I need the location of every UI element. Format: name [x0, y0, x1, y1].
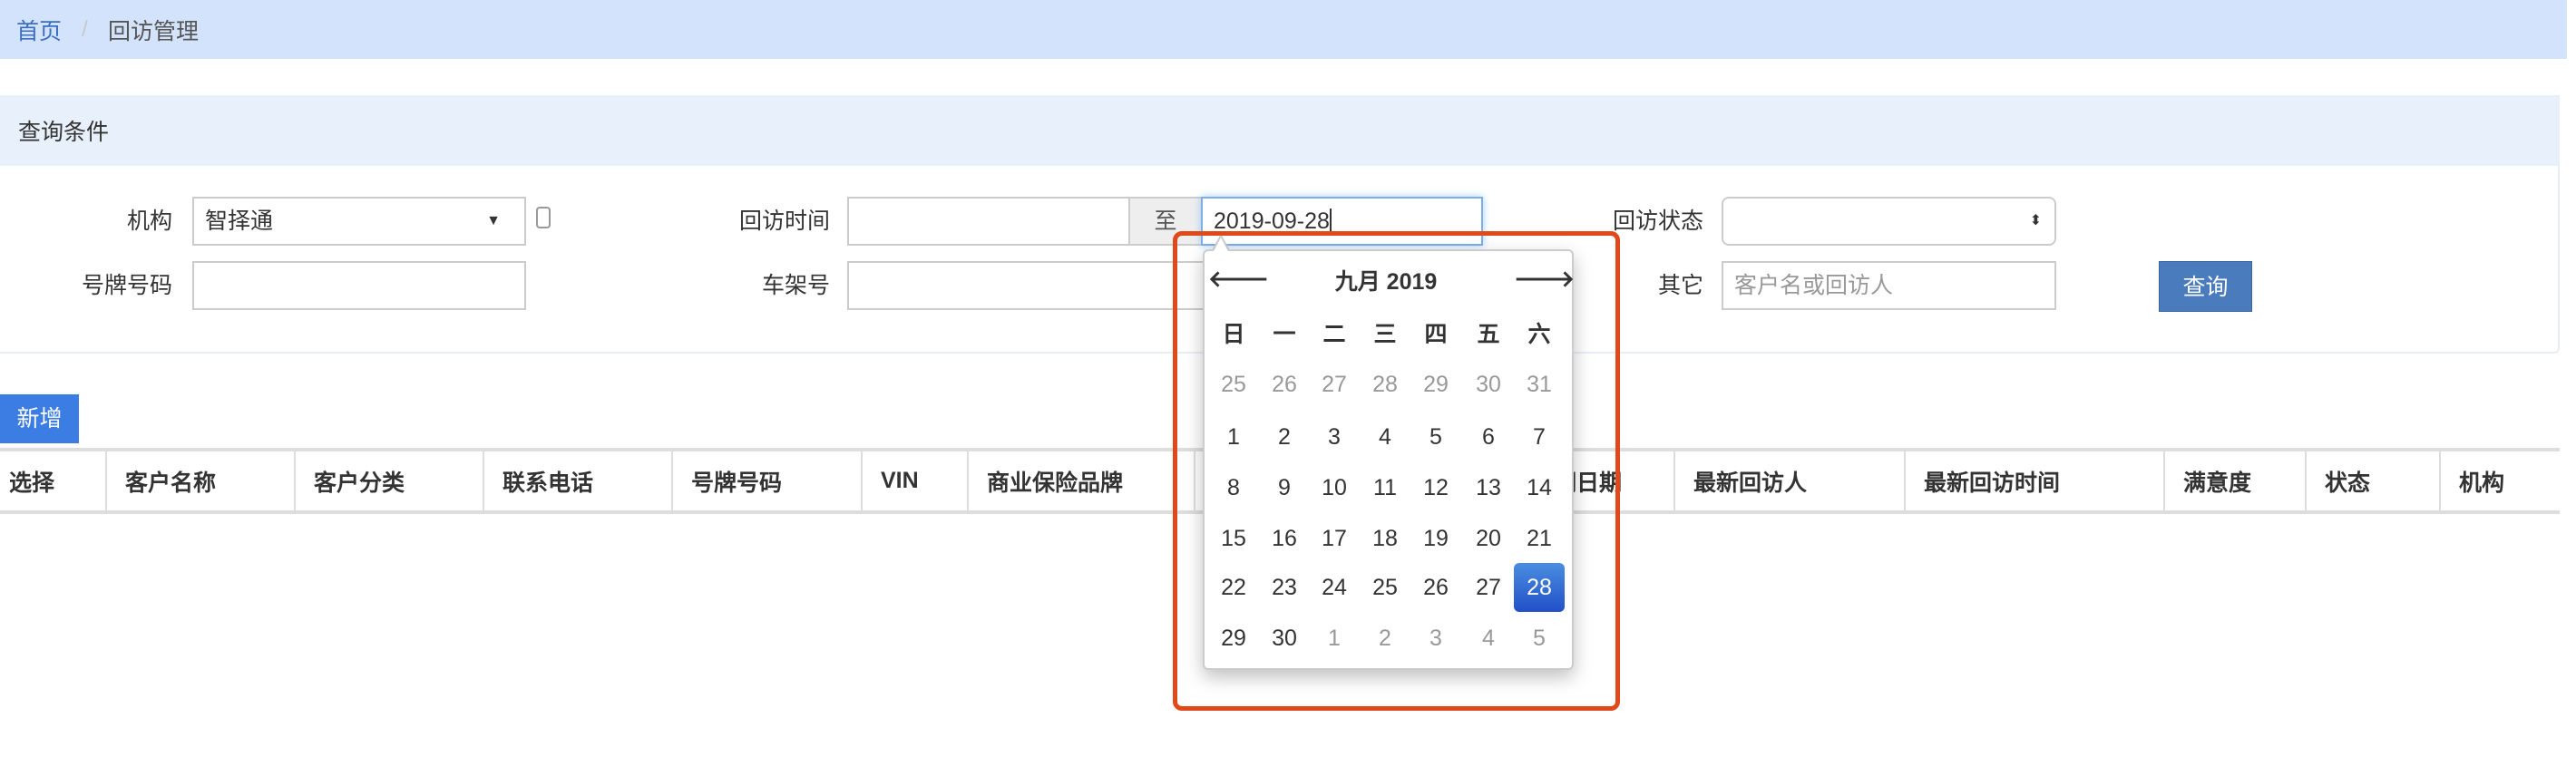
visit-time-to-value: 2019-09-28 [1214, 209, 1330, 234]
visit-time-label: 回访时间 [738, 209, 830, 234]
breadcrumb-separator: / [82, 16, 88, 42]
breadcrumb-current: 回访管理 [107, 18, 199, 44]
plate-input[interactable] [192, 261, 526, 310]
col-status: 状态 [2307, 451, 2441, 510]
col-plate: 号牌号码 [673, 451, 863, 510]
org-select[interactable]: 智择通 ▼ [192, 197, 526, 246]
col-select: 选择 [0, 451, 107, 510]
col-insurance-brand: 商业保险品牌 [969, 451, 1195, 510]
breadcrumb-home-link[interactable]: 首页 [16, 14, 62, 46]
col-latest-visitor: 最新回访人 [1675, 451, 1906, 510]
visit-time-from-input[interactable] [847, 197, 1130, 246]
org-include-checkbox[interactable] [536, 207, 551, 228]
query-panel-title: 查询条件 [0, 95, 2560, 166]
col-customer-type: 客户分类 [296, 451, 484, 510]
query-button[interactable]: 查询 [2159, 261, 2252, 312]
other-input[interactable]: 客户名或回访人 [1722, 261, 2056, 310]
chevron-down-icon: ▼ [486, 213, 501, 228]
org-label: 机构 [126, 209, 172, 234]
breadcrumb: 首页 / 回访管理 [0, 0, 2567, 59]
add-button[interactable]: 新增 [0, 394, 79, 443]
plate-label: 号牌号码 [81, 273, 172, 298]
vin-label: 车架号 [761, 273, 830, 298]
col-latest-visit-time: 最新回访时间 [1906, 451, 2165, 510]
col-org: 机构 [2459, 470, 2505, 496]
highlight-box [1173, 231, 1620, 711]
col-phone: 联系电话 [484, 451, 673, 510]
col-satisfaction: 满意度 [2165, 451, 2307, 510]
col-vin: VIN [863, 451, 969, 510]
col-customer-name: 客户名称 [107, 451, 296, 510]
org-select-value: 智择通 [205, 209, 274, 234]
visit-status-select[interactable]: ⬍ [1722, 197, 2056, 246]
updown-arrow-icon: ⬍ [2029, 213, 2042, 228]
